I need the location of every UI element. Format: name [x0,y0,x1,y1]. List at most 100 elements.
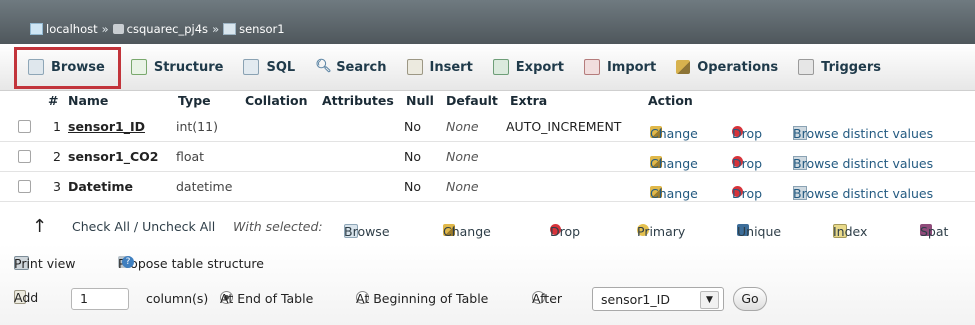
header-collation: Collation [245,93,308,108]
help-icon[interactable]: ? [122,256,134,268]
tab-operations[interactable]: Operations [666,52,788,82]
tab-import[interactable]: Import [574,52,666,82]
export-icon [492,59,509,75]
header-null: Null [406,93,434,108]
browse-distinct-label: Browse distinct values [793,186,934,201]
column-name[interactable]: Datetime [68,179,133,194]
change-label: Change [650,156,698,171]
at-end-label: At End of Table [220,291,314,306]
tab-insert[interactable]: Insert [397,52,483,82]
column-default: None [446,149,479,164]
row-checkbox[interactable] [18,120,31,133]
breadcrumb-host[interactable]: localhost [46,22,98,36]
change-label: Change [650,186,698,201]
check-all-link[interactable]: Check All / Uncheck All [72,219,215,234]
with-selected-bar: ↑ Check All / Uncheck All With selected:… [0,214,975,245]
bulk-change-label: Change [443,224,491,239]
after-column-select[interactable]: sensor1_ID ▼ [592,287,724,311]
row-checkbox[interactable] [18,150,31,163]
tab-bar: Browse Structure SQL 🔍︎ Search Insert Ex… [0,44,975,91]
header-default: Default [446,93,498,108]
at-beginning-label: At Beginning of Table [356,291,489,306]
sql-icon [243,59,260,75]
tab-label: Triggers [821,59,882,75]
after-column-value: sensor1_ID [601,292,670,307]
chevron-down-icon: ▼ [700,291,719,309]
column-name[interactable]: sensor1_ID [68,119,145,134]
tab-label: Structure [153,59,224,75]
add-column-count-input[interactable]: 1 [71,288,129,310]
breadcrumb-database[interactable]: csquarec_pj4s [127,22,208,36]
tab-triggers[interactable]: Triggers [788,52,891,82]
breadcrumb: localhost » csquarec_pj4s » sensor1 [30,22,285,36]
drop-label: Drop [732,186,763,201]
row-checkbox[interactable] [18,180,31,193]
tab-browse[interactable]: Browse [14,47,121,89]
with-selected-label: With selected: [233,219,323,234]
insert-icon [406,59,423,75]
tab-search[interactable]: 🔍︎ Search [305,52,396,82]
tab-label: Search [336,59,387,75]
breadcrumb-separator: » [101,22,109,36]
browse-distinct-label: Browse distinct values [793,126,934,141]
column-type: float [176,149,205,164]
row-number: 1 [53,119,61,134]
drop-label: Drop [732,126,763,141]
tab-label: Export [515,59,564,75]
structure-icon [130,59,147,75]
bulk-spatial-label: Spat [920,224,949,239]
column-type: datetime [176,179,233,194]
header-num: # [48,93,59,108]
bulk-unique-label: Unique [737,224,782,239]
browse-distinct-label: Browse distinct values [793,156,934,171]
column-null: No [404,149,421,164]
database-icon [112,24,124,34]
column-name[interactable]: sensor1_CO2 [68,149,158,164]
breadcrumb-table[interactable]: sensor1 [239,22,284,36]
search-icon: 🔍︎ [315,59,332,74]
structure-footer: Print view Propose table structure? Add … [0,244,975,325]
column-default: None [446,179,479,194]
column-type: int(11) [176,119,218,134]
change-label: Change [650,126,698,141]
header-name[interactable]: Name [68,93,108,108]
row-number: 2 [53,149,61,164]
drop-label: Drop [732,156,763,171]
column-null: No [404,119,421,134]
propose-label: Propose table structure [118,256,264,271]
header-action: Action [648,93,693,108]
import-icon [583,59,600,75]
table-row: 3 Datetime datetime No None Change Drop … [0,172,975,202]
server-icon [30,23,43,35]
table-header: # Name Type Collation Attributes Null De… [0,90,975,112]
browse-icon [28,59,44,75]
header-extra: Extra [510,93,548,108]
tab-label: Operations [697,59,779,75]
tab-label: SQL [266,59,296,75]
header-attributes: Attributes [322,93,394,108]
row-number: 3 [53,179,61,194]
operations-icon [676,60,691,74]
tab-sql[interactable]: SQL [233,52,305,82]
breadcrumb-bar: localhost » csquarec_pj4s » sensor1 [0,0,975,44]
triggers-icon [798,59,815,75]
bulk-browse-label: Browse [344,224,390,239]
add-label: Add [14,290,39,305]
columns-label: column(s) [146,291,209,306]
tab-structure[interactable]: Structure [121,52,234,82]
bulk-drop-label: Drop [550,224,581,239]
tab-label: Browse [51,59,105,75]
table-row: 1 sensor1_ID int(11) No None AUTO_INCREM… [0,112,975,142]
arrow-up-icon: ↑ [32,216,48,237]
go-button[interactable]: Go [733,287,767,311]
column-default: None [446,119,479,134]
tab-label: Import [606,59,657,75]
tab-export[interactable]: Export [483,52,574,82]
column-null: No [404,179,421,194]
bulk-primary-label: Primary [637,224,686,239]
header-type: Type [178,93,211,108]
table-row: 2 sensor1_CO2 float No None Change Drop … [0,142,975,172]
print-view-label: Print view [14,256,76,271]
bulk-index-label: Index [833,224,868,239]
tab-label: Insert [429,59,473,75]
